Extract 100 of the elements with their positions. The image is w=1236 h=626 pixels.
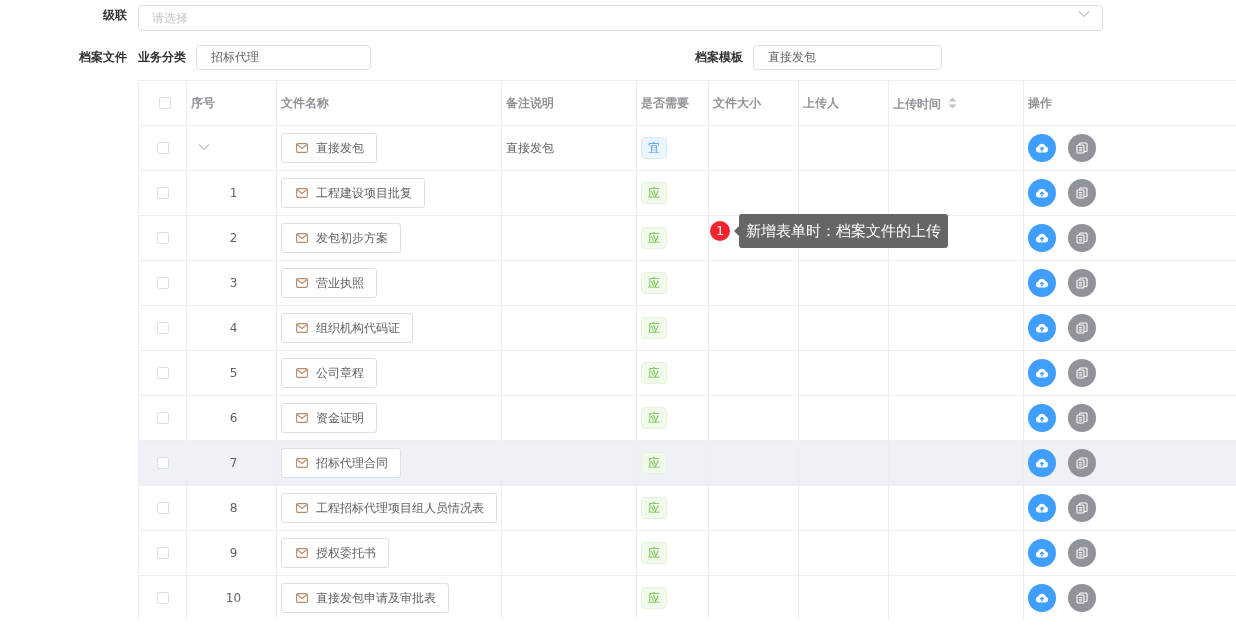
cloud-upload-icon [1035, 548, 1049, 558]
cloud-upload-icon [1035, 143, 1049, 153]
upload-button[interactable] [1028, 314, 1056, 342]
requirement-tag: 应 [641, 542, 667, 564]
column-header: 备注说明 [506, 94, 554, 112]
requirement-tag: 应 [641, 452, 667, 474]
upload-button[interactable] [1028, 269, 1056, 297]
copy-icon [1076, 502, 1088, 514]
checkbox[interactable] [156, 367, 169, 379]
file-name-button[interactable]: 营业执照 [281, 268, 377, 298]
envelope-icon [296, 323, 308, 333]
upload-button[interactable] [1028, 134, 1056, 162]
copy-icon [1076, 412, 1088, 424]
checkbox[interactable] [156, 232, 169, 244]
copy-button[interactable] [1068, 134, 1096, 162]
copy-button[interactable] [1068, 449, 1096, 477]
requirement-tag: 应 [641, 317, 667, 339]
field-label: 业务分类 [138, 49, 186, 66]
input-field[interactable]: 直接发包 [753, 45, 942, 70]
envelope-icon [296, 188, 308, 198]
envelope-icon [296, 458, 308, 468]
cloud-upload-icon [1035, 323, 1049, 333]
cloud-upload-icon [1035, 233, 1049, 243]
copy-icon [1076, 457, 1088, 469]
checkbox[interactable] [156, 322, 169, 334]
checkbox[interactable] [156, 547, 169, 559]
file-name-button[interactable]: 直接发包申请及审批表 [281, 583, 449, 613]
file-name-button[interactable]: 公司章程 [281, 358, 377, 388]
file-name-button[interactable]: 授权委托书 [281, 538, 389, 568]
copy-button[interactable] [1068, 404, 1096, 432]
field-label: 档案模板 [695, 49, 743, 66]
upload-button[interactable] [1028, 449, 1056, 477]
copy-button[interactable] [1068, 539, 1096, 567]
checkbox[interactable] [156, 592, 169, 604]
file-name-button[interactable]: 招标代理合同 [281, 448, 401, 478]
requirement-tag: 应 [641, 407, 667, 429]
row-number: 3 [229, 276, 238, 290]
column-header: 序号 [191, 94, 215, 112]
copy-icon [1076, 547, 1088, 559]
checkbox[interactable] [158, 97, 171, 109]
copy-button[interactable] [1068, 494, 1096, 522]
envelope-icon [296, 278, 308, 288]
upload-button[interactable] [1028, 584, 1056, 612]
cloud-upload-icon [1035, 188, 1049, 198]
input-field[interactable]: 招标代理 [196, 45, 371, 70]
envelope-icon [296, 548, 308, 558]
file-name-button[interactable]: 工程建设项目批复 [281, 178, 425, 208]
copy-button[interactable] [1068, 584, 1096, 612]
cloud-upload-icon [1035, 503, 1049, 513]
upload-button[interactable] [1028, 404, 1056, 432]
column-header: 是否需要 [641, 94, 689, 112]
row-number: 6 [229, 411, 238, 425]
requirement-tag: 应 [641, 272, 667, 294]
field-label: 级联 [102, 7, 127, 24]
requirement-tag: 宜 [641, 137, 667, 159]
checkbox[interactable] [156, 412, 169, 424]
row-number: 1 [229, 186, 238, 200]
file-name-button[interactable]: 组织机构代码证 [281, 313, 413, 343]
copy-icon [1076, 232, 1088, 244]
file-name-button[interactable]: 资金证明 [281, 403, 377, 433]
copy-icon [1076, 322, 1088, 334]
envelope-icon [296, 593, 308, 603]
expand-icon[interactable] [197, 143, 210, 151]
file-name-button[interactable]: 工程招标代理项目组人员情况表 [281, 493, 497, 523]
sort-icon[interactable] [948, 97, 957, 109]
checkbox[interactable] [156, 457, 169, 469]
remark-text: 直接发包 [506, 139, 554, 157]
copy-button[interactable] [1068, 224, 1096, 252]
caret-icon [1078, 10, 1090, 18]
cloud-upload-icon [1035, 458, 1049, 468]
placeholder-text: 请选择 [152, 9, 188, 27]
checkbox[interactable] [156, 142, 169, 154]
checkbox[interactable] [156, 502, 169, 514]
file-name-button[interactable]: 发包初步方案 [281, 223, 401, 253]
file-name-button[interactable]: 直接发包 [281, 133, 377, 163]
checkbox[interactable] [156, 187, 169, 199]
envelope-icon [296, 368, 308, 378]
copy-icon [1076, 277, 1088, 289]
copy-button[interactable] [1068, 314, 1096, 342]
column-header: 操作 [1028, 94, 1052, 112]
copy-button[interactable] [1068, 179, 1096, 207]
row-number: 8 [229, 501, 238, 515]
row-number: 10 [225, 591, 242, 605]
upload-button[interactable] [1028, 224, 1056, 252]
upload-button[interactable] [1028, 494, 1056, 522]
column-header: 文件名称 [281, 94, 329, 112]
column-header: 文件大小 [713, 94, 761, 112]
row-number: 4 [229, 321, 238, 335]
copy-icon [1076, 592, 1088, 604]
tooltip-pointer [734, 226, 739, 236]
copy-icon [1076, 142, 1088, 154]
upload-button[interactable] [1028, 359, 1056, 387]
copy-button[interactable] [1068, 359, 1096, 387]
copy-button[interactable] [1068, 269, 1096, 297]
upload-button[interactable] [1028, 179, 1056, 207]
upload-button[interactable] [1028, 539, 1056, 567]
row-number: 2 [229, 231, 238, 245]
cloud-upload-icon [1035, 593, 1049, 603]
requirement-tag: 应 [641, 497, 667, 519]
checkbox[interactable] [156, 277, 169, 289]
